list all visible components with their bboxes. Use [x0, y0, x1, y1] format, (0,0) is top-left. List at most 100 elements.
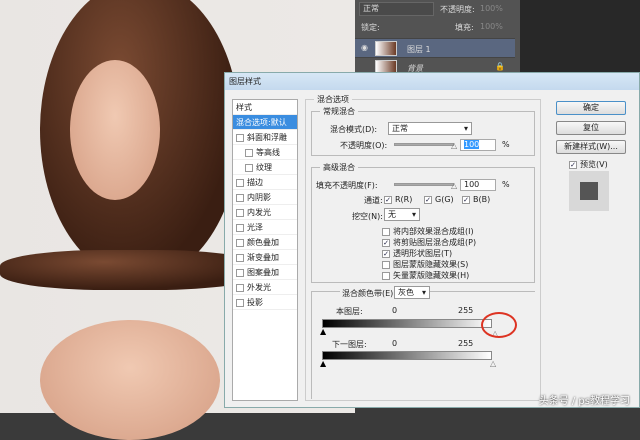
opacity-slider[interactable]: [394, 143, 454, 146]
lock-icon: 🔒: [495, 62, 505, 71]
checkbox[interactable]: [236, 193, 244, 202]
style-item[interactable]: 外发光: [233, 280, 297, 295]
channel-b-checkbox[interactable]: ✓ B(B): [462, 195, 490, 204]
style-item-label: 内阴影: [247, 193, 271, 202]
blend-mode-select[interactable]: 正常: [359, 2, 434, 16]
under-layer-max: 255: [458, 339, 474, 348]
checkbox[interactable]: [236, 253, 244, 262]
opacity-value[interactable]: 100%: [480, 4, 503, 13]
blend-if-select[interactable]: 灰色: [394, 286, 430, 299]
under-layer-label: 下一图层:: [332, 340, 367, 349]
layers-panel: 正常 不透明度: 100% 锁定: 填充: 100% ◉ 图层 1 背景 🔒: [355, 0, 520, 75]
advanced-option-label: 矢量蒙版隐藏效果(H): [393, 271, 470, 280]
advanced-option-checkbox[interactable]: 图层蒙版隐藏效果(S): [382, 259, 468, 270]
fill-value[interactable]: 100%: [480, 22, 503, 31]
fill-opacity-label: 填充不透明度(F):: [316, 181, 378, 190]
this-layer-min: 0: [392, 306, 398, 315]
advanced-option-label: 图层蒙版隐藏效果(S): [393, 260, 469, 269]
style-item[interactable]: 混合选项:默认: [233, 115, 297, 130]
layer-thumbnail: [375, 41, 397, 56]
fill-opacity-input[interactable]: 100: [460, 179, 496, 191]
channel-b-label: B(B): [473, 195, 491, 204]
reset-button[interactable]: 复位: [556, 121, 626, 135]
style-item-label: 外发光: [247, 283, 271, 292]
blend-if-group: 混合颜色带(E): 灰色 本图层: 0 255 ▲ △ 下一图层: 0 255 …: [311, 286, 535, 399]
style-item[interactable]: 纹理: [233, 160, 297, 175]
style-item[interactable]: 投影: [233, 295, 297, 310]
style-item[interactable]: 内发光: [233, 205, 297, 220]
advanced-option-label: 将内部效果混合成组(I): [393, 227, 474, 236]
style-item[interactable]: 图案叠加: [233, 265, 297, 280]
slider-knob-icon[interactable]: △: [451, 141, 457, 150]
knockout-select[interactable]: 无: [384, 208, 420, 221]
highlight-circle: [481, 312, 517, 338]
fill-label: 填充:: [455, 23, 474, 32]
black-slider-icon[interactable]: ▲: [320, 327, 326, 336]
style-item-label: 混合选项:默认: [236, 118, 287, 127]
advanced-option-checkbox[interactable]: ✓ 透明形状图层(T): [382, 248, 452, 259]
advanced-blending-title: 高级混合: [320, 162, 358, 173]
channel-g-checkbox[interactable]: ✓ G(G): [424, 195, 454, 204]
channels-label: 通道:: [364, 196, 383, 205]
advanced-option-label: 透明形状图层(T): [393, 249, 453, 258]
this-layer-label: 本图层:: [336, 307, 363, 316]
style-item-label: 纹理: [256, 163, 272, 172]
style-item-label: 渐变叠加: [247, 253, 279, 262]
fill-opacity-slider[interactable]: [394, 183, 454, 186]
layer-style-dialog: 图层样式 样式 混合选项:默认斜面和浮雕等高线纹理描边内阴影内发光光泽 颜色叠加渐…: [224, 72, 640, 408]
checkbox[interactable]: [245, 148, 253, 157]
styles-header: 样式: [233, 100, 297, 115]
under-layer-min: 0: [392, 339, 398, 348]
new-style-button[interactable]: 新建样式(W)...: [556, 140, 626, 154]
style-item[interactable]: 渐变叠加: [233, 250, 297, 265]
advanced-option-checkbox[interactable]: 将内部效果混合成组(I): [382, 226, 474, 237]
advanced-blending-group: 高级混合 填充不透明度(F): △ 100 % 通道: ✓ R(R) ✓ G(G) …: [311, 162, 535, 283]
opacity-value: 100: [464, 140, 480, 149]
watermark: 头条号 / ps教程学习: [538, 396, 630, 407]
style-preview: [569, 171, 609, 211]
checkbox[interactable]: [236, 283, 244, 292]
checkbox[interactable]: [236, 298, 244, 307]
advanced-option-label: 将剪贴图层混合成组(P): [393, 238, 477, 247]
checkbox[interactable]: [236, 133, 244, 142]
checkbox[interactable]: [236, 208, 244, 217]
advanced-option-checkbox[interactable]: ✓ 将剪贴图层混合成组(P): [382, 237, 476, 248]
under-layer-gradient: [322, 351, 492, 360]
blend-mode-select[interactable]: 正常: [388, 122, 472, 135]
slider-knob-icon[interactable]: △: [451, 181, 457, 190]
channel-g-label: G(G): [435, 195, 454, 204]
checkbox[interactable]: [236, 238, 244, 247]
opacity-input[interactable]: 100: [460, 139, 496, 151]
style-item-label: 斜面和浮雕: [247, 133, 287, 142]
style-item[interactable]: 斜面和浮雕: [233, 130, 297, 145]
blend-mode-label: 混合模式(D):: [330, 125, 378, 134]
style-item-label: 描边: [247, 178, 263, 187]
percent-label: %: [502, 140, 510, 149]
preview-label: 预览(V): [580, 160, 608, 169]
black-slider-icon[interactable]: ▲: [320, 359, 326, 368]
style-item[interactable]: 内阴影: [233, 190, 297, 205]
style-item[interactable]: 描边: [233, 175, 297, 190]
layer-row[interactable]: ◉ 图层 1: [355, 38, 515, 57]
checkbox[interactable]: [236, 178, 244, 187]
channel-r-checkbox[interactable]: ✓ R(R): [384, 195, 412, 204]
opacity-label: 不透明度:: [440, 5, 475, 14]
advanced-option-checkbox[interactable]: 矢量蒙版隐藏效果(H): [382, 270, 469, 281]
preview-checkbox[interactable]: ✓ 预览(V): [569, 159, 608, 170]
checkbox[interactable]: [236, 223, 244, 232]
dialog-title: 图层样式: [225, 73, 639, 90]
style-item-label: 内发光: [247, 208, 271, 217]
white-slider-icon[interactable]: △: [490, 359, 496, 368]
styles-list: 样式 混合选项:默认斜面和浮雕等高线纹理描边内阴影内发光光泽 颜色叠加渐变叠加图案…: [232, 99, 298, 401]
checkbox[interactable]: [245, 163, 253, 172]
style-item-label: 投影: [247, 298, 263, 307]
ok-button[interactable]: 确定: [556, 101, 626, 115]
blend-if-label: 混合颜色带(E):: [340, 288, 398, 299]
style-item[interactable]: 颜色叠加: [233, 235, 297, 250]
percent-label: %: [502, 180, 510, 189]
style-item[interactable]: 等高线: [233, 145, 297, 160]
eye-icon[interactable]: ◉: [361, 43, 368, 52]
checkbox[interactable]: [236, 268, 244, 277]
style-item[interactable]: 光泽: [233, 220, 297, 235]
layer-name: 图层 1: [407, 45, 431, 54]
